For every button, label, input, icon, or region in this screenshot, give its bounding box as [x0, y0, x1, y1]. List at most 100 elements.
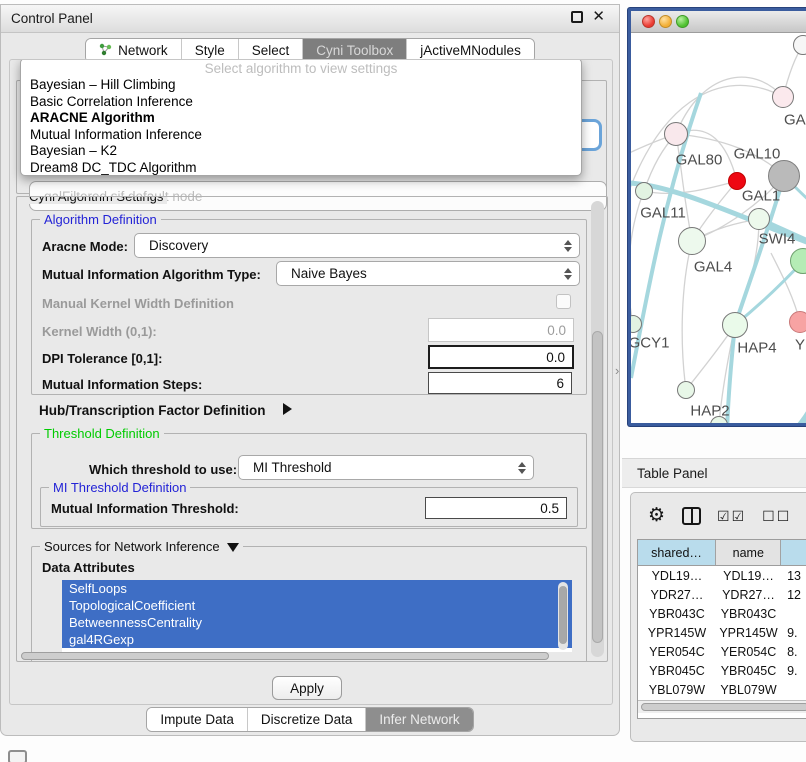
mi-steps-label: Mutual Information Steps: — [42, 377, 202, 392]
data-attributes-list[interactable]: SelfLoopsTopologicalCoefficientBetweenne… — [62, 580, 572, 652]
mi-algorithm-type-label: Mutual Information Algorithm Type: — [42, 267, 261, 282]
tab-label: Select — [252, 43, 290, 58]
attributes-vscrollbar[interactable] — [558, 582, 568, 650]
table-row[interactable]: YER054CYER054C8. — [638, 642, 806, 661]
attribute-item[interactable]: SelfLoops — [62, 580, 572, 597]
hub-expand-arrow-icon[interactable] — [283, 403, 292, 415]
which-threshold-combo[interactable]: MI Threshold — [238, 455, 534, 480]
table-row[interactable]: YIL052CYIL052C9. — [638, 718, 806, 719]
algorithm-option[interactable]: Bayesian – Hill Climbing — [21, 77, 581, 94]
gear-icon[interactable]: ⚙ — [648, 506, 665, 526]
algorithm-option[interactable]: Dream8 DC_TDC Algorithm — [21, 160, 581, 177]
minimized-panel-icon[interactable] — [8, 750, 27, 762]
table-row[interactable]: YDR27…YDR27…12 — [638, 585, 806, 604]
algorithm-option[interactable]: Basic Correlation Inference — [21, 94, 581, 111]
table-cell: 9. — [781, 626, 806, 640]
kernel-width-field[interactable]: 0.0 — [428, 318, 574, 342]
column-header-shared-name[interactable]: shared… — [638, 540, 716, 565]
kernel-width-label: Kernel Width (0,1): — [42, 324, 157, 339]
select-all-checks-icon[interactable]: ☑☑ — [717, 508, 746, 525]
table-row[interactable]: YBL079WYBL079W — [638, 680, 806, 699]
node-table[interactable]: shared… name YDL19…YDL19…13YDR27…YDR27…1… — [637, 539, 806, 719]
network-node-hap2[interactable] — [677, 381, 695, 399]
sources-collapse-arrow-icon[interactable] — [227, 543, 239, 552]
close-panel-icon[interactable]: ✕ — [592, 11, 605, 23]
attribute-item[interactable]: TopologicalCoefficient — [62, 597, 572, 614]
network-node-label: GCY1 — [631, 335, 669, 352]
split-columns-icon[interactable] — [682, 507, 701, 525]
table-row[interactable]: YPR145WYPR145W9. — [638, 623, 806, 642]
table-cell: 13 — [781, 569, 806, 583]
kernel-width-value: 0.0 — [547, 323, 566, 338]
network-canvas[interactable]: GALGAL80GAL10GAL1GAL11SWI4GAL4GCY1HAP4YH… — [631, 33, 806, 425]
network-node-y[interactable] — [789, 311, 806, 333]
network-node-gal11[interactable] — [635, 182, 653, 200]
network-node-label: SWI4 — [759, 231, 796, 248]
manual-kernel-checkbox[interactable] — [556, 294, 571, 309]
mi-threshold-value: 0.5 — [540, 501, 559, 516]
settings-vscrollbar-thumb[interactable] — [592, 331, 603, 643]
settings-vscrollbar[interactable] — [591, 201, 604, 657]
dpi-tolerance-field[interactable]: 0.0 — [428, 345, 574, 369]
tab-label: Style — [195, 43, 225, 58]
settings-hscrollbar-thumb[interactable] — [21, 652, 549, 660]
algorithm-option[interactable]: Mutual Information Inference — [21, 127, 581, 144]
attributes-vscrollbar-thumb[interactable] — [559, 586, 567, 644]
network-node-gal80[interactable] — [664, 122, 688, 146]
network-view-window[interactable]: GALGAL80GAL10GAL1GAL11SWI4GAL4GCY1HAP4YH… — [628, 8, 806, 426]
dpi-tolerance-value: 0.0 — [546, 350, 565, 365]
minimize-window-icon[interactable] — [659, 15, 672, 28]
network-node-gal[interactable] — [772, 86, 794, 108]
tab-label: Infer Network — [379, 712, 459, 727]
table-row[interactable]: YDL19…YDL19…13 — [638, 566, 806, 585]
deselect-all-checks-icon[interactable]: ☐☐ — [762, 508, 791, 525]
tab-discretize-data[interactable]: Discretize Data — [248, 708, 367, 731]
attribute-item[interactable]: gal4RGexp — [62, 631, 572, 648]
network-node-gal1[interactable] — [748, 208, 770, 230]
tab-infer-network[interactable]: Infer Network — [366, 708, 472, 731]
algorithm-option[interactable]: Bayesian – K2 — [21, 143, 581, 160]
table-cell: 9. — [781, 664, 806, 678]
table-panel-header: Table Panel — [622, 458, 806, 488]
algorithm-definition-group: Algorithm Definition Aracne Mode: Discov… — [31, 219, 587, 395]
table-cell: YDR27… — [716, 588, 781, 602]
attribute-item[interactable]: BetweennessCentrality — [62, 614, 572, 631]
table-cell: YBL079W — [716, 683, 781, 697]
hub-definition-label[interactable]: Hub/Transcription Factor Definition — [39, 403, 266, 418]
table-cell: YBR045C — [638, 664, 716, 678]
table-row[interactable]: YBR043CYBR043C — [638, 604, 806, 623]
aracne-mode-combo[interactable]: Discovery — [134, 233, 580, 258]
which-threshold-label: Which threshold to use: — [89, 462, 237, 477]
mi-steps-field[interactable]: 6 — [428, 372, 572, 394]
sources-title-text: Sources for Network Inference — [44, 539, 220, 554]
control-panel: Control Panel ✕ Network Style Select Cyn… — [0, 4, 620, 736]
apply-button[interactable]: Apply — [272, 676, 342, 700]
table-cell: YBR043C — [716, 607, 781, 621]
table-hscrollbar[interactable] — [638, 700, 806, 713]
network-node-label: GAL — [784, 112, 806, 129]
splitter-chevron-icon[interactable]: › — [615, 363, 619, 378]
table-row[interactable]: YBR045CYBR045C9. — [638, 661, 806, 680]
zoom-window-icon[interactable] — [676, 15, 689, 28]
cyni-toolbox-content: galFiltered.sif default node Select algo… — [9, 59, 613, 705]
network-node-hap4[interactable] — [722, 312, 748, 338]
tab-label: Cyni Toolbox — [316, 43, 393, 58]
mi-threshold-field[interactable]: 0.5 — [425, 497, 567, 519]
algorithm-option[interactable]: ARACNE Algorithm — [21, 110, 581, 127]
column-header-name[interactable]: name — [716, 540, 781, 565]
float-panel-icon[interactable] — [571, 11, 583, 23]
bottom-tabbar: Impute Data Discretize Data Infer Networ… — [1, 707, 619, 732]
tab-impute-data[interactable]: Impute Data — [147, 708, 248, 731]
table-cell: YBL079W — [638, 683, 716, 697]
column-header-partial[interactable] — [781, 540, 806, 565]
algorithm-dropdown-list: Bayesian – Hill ClimbingBasic Correlatio… — [21, 77, 581, 176]
table-hscrollbar-thumb[interactable] — [641, 703, 806, 711]
network-node[interactable] — [793, 35, 806, 55]
network-node-gal4[interactable] — [678, 227, 706, 255]
sources-group: Sources for Network Inference Data Attri… — [31, 546, 587, 662]
table-cell: YPR145W — [638, 626, 716, 640]
tab-label: Network — [118, 43, 168, 58]
close-window-icon[interactable] — [642, 15, 655, 28]
mi-algorithm-type-combo[interactable]: Naive Bayes — [276, 261, 580, 286]
mi-algorithm-type-value: Naive Bayes — [291, 266, 367, 281]
